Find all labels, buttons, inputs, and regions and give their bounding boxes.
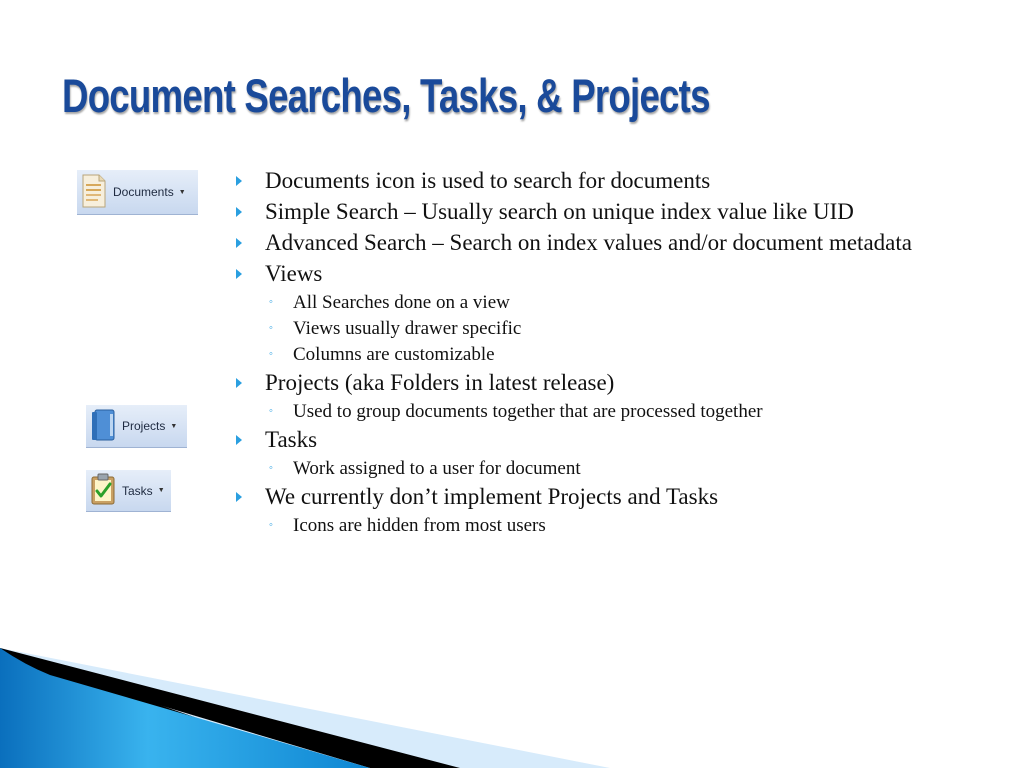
bullet-item: Projects (aka Folders in latest release) (236, 370, 976, 396)
document-icon (81, 174, 107, 211)
binder-icon (90, 408, 116, 445)
bullet-text: Projects (aka Folders in latest release) (265, 370, 615, 395)
bullet-text: We currently don’t implement Projects an… (265, 484, 719, 509)
circle-bullet-icon: ◦ (269, 462, 273, 474)
sub-bullet-text: Work assigned to a user for document (293, 458, 581, 479)
sub-bullet-text: Used to group documents together that ar… (293, 401, 763, 422)
circle-bullet-icon: ◦ (269, 348, 273, 360)
triangle-bullet-icon (236, 176, 242, 186)
sub-bullet-text: Views usually drawer specific (293, 318, 522, 339)
bullet-list: Documents icon is used to search for doc… (236, 168, 976, 541)
sub-bullet-item: ◦ Used to group documents together that a… (236, 401, 976, 422)
sub-bullet-item: ◦ Views usually drawer specific (236, 318, 976, 339)
sub-bullet-item: ◦ Icons are hidden from most users (236, 515, 976, 536)
bullet-item: Documents icon is used to search for doc… (236, 168, 976, 194)
circle-bullet-icon: ◦ (269, 519, 273, 531)
triangle-bullet-icon (236, 269, 242, 279)
bullet-text: Documents icon is used to search for doc… (265, 168, 711, 193)
documents-button-label: Documents (113, 185, 174, 199)
sub-bullet-item: ◦ Work assigned to a user for document (236, 458, 976, 479)
tasks-button-label: Tasks (122, 483, 153, 498)
bullet-item: Simple Search – Usually search on unique… (236, 199, 976, 225)
chevron-down-icon: ▼ (178, 188, 186, 196)
chevron-down-icon: ▼ (157, 487, 165, 494)
circle-bullet-icon: ◦ (269, 405, 273, 417)
sub-bullet-text: All Searches done on a view (293, 292, 510, 313)
chevron-down-icon: ▼ (170, 422, 178, 430)
clipboard-check-icon (90, 473, 116, 508)
bullet-text: Tasks (265, 427, 318, 452)
bullet-item: We currently don’t implement Projects an… (236, 484, 976, 510)
bullet-text: Advanced Search – Search on index values… (265, 230, 912, 255)
documents-button[interactable]: Documents ▼ (77, 170, 198, 215)
slide-title: Document Searches, Tasks, & Projects (62, 69, 710, 122)
bullet-item: Tasks (236, 427, 976, 453)
sub-bullet-item: ◦ Columns are customizable (236, 344, 976, 365)
bullet-item: Advanced Search – Search on index values… (236, 230, 976, 256)
bullet-text: Simple Search – Usually search on unique… (265, 199, 854, 224)
bullet-item: Views (236, 261, 976, 287)
bullet-text: Views (265, 261, 323, 286)
decorative-swoosh (0, 648, 610, 768)
circle-bullet-icon: ◦ (269, 296, 273, 308)
sub-bullet-item: ◦ All Searches done on a view (236, 292, 976, 313)
projects-button-label: Projects (122, 419, 166, 433)
triangle-bullet-icon (236, 238, 242, 248)
triangle-bullet-icon (236, 378, 242, 388)
projects-button[interactable]: Projects ▼ (86, 405, 187, 448)
tasks-button[interactable]: Tasks ▼ (86, 470, 171, 512)
triangle-bullet-icon (236, 207, 242, 217)
triangle-bullet-icon (236, 435, 242, 445)
sub-bullet-text: Icons are hidden from most users (293, 515, 546, 536)
circle-bullet-icon: ◦ (269, 322, 273, 334)
sub-bullet-text: Columns are customizable (293, 344, 495, 365)
triangle-bullet-icon (236, 492, 242, 502)
